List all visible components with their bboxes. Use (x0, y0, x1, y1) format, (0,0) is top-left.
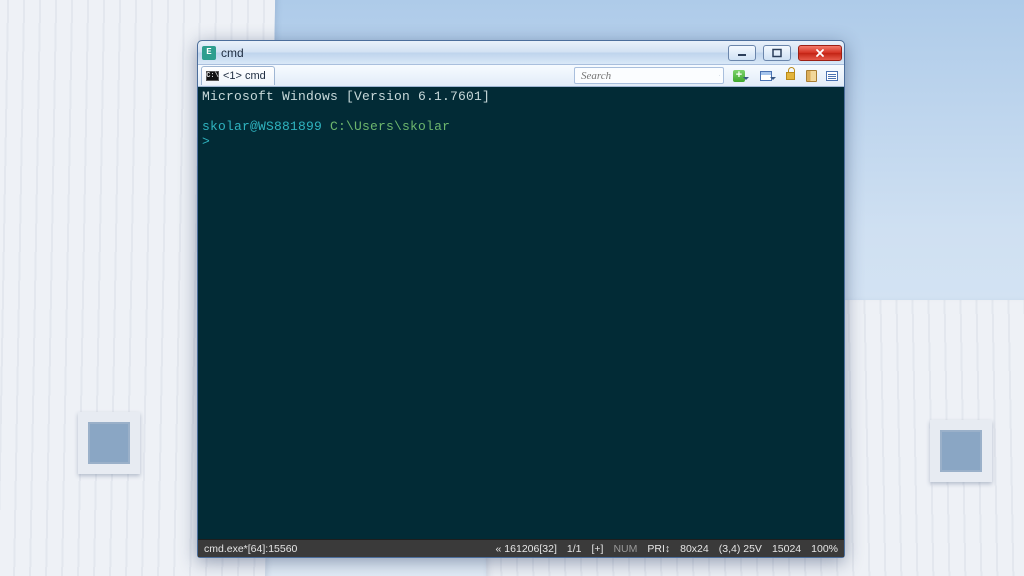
prompt-symbol: > (202, 134, 210, 149)
toolbar: C:\ <1> cmd + (198, 65, 844, 87)
settings-button[interactable] (802, 67, 820, 84)
terminal-output[interactable]: Microsoft Windows [Version 6.1.7601] sko… (198, 87, 844, 539)
desktop-wallpaper: E cmd C:\ <1> cmd (0, 0, 1024, 576)
new-console-button[interactable]: + (727, 67, 751, 84)
cmd-icon: C:\ (206, 71, 219, 81)
book-icon (806, 70, 817, 82)
lock-button[interactable] (781, 67, 799, 84)
titlebar[interactable]: E cmd (198, 41, 844, 65)
console-tab[interactable]: C:\ <1> cmd (201, 66, 275, 85)
minimize-button[interactable] (728, 45, 756, 61)
search-box[interactable] (574, 67, 724, 84)
attach-button[interactable] (754, 67, 778, 84)
window-title: cmd (221, 46, 244, 60)
close-icon (814, 48, 826, 58)
status-consoles: 1/1 (567, 540, 582, 558)
prompt-host: skolar@WS881899 (202, 119, 322, 134)
list-icon (826, 71, 838, 81)
close-button[interactable] (798, 45, 842, 61)
chevron-down-icon (770, 77, 776, 80)
view-button[interactable] (823, 67, 841, 84)
maximize-button[interactable] (763, 45, 791, 61)
tab-label: <1> cmd (223, 70, 266, 82)
status-zoom[interactable]: 100% (811, 540, 838, 558)
status-cursor: (3,4) 25V (719, 540, 762, 558)
terminal-banner: Microsoft Windows [Version 6.1.7601] (202, 89, 490, 104)
status-mem: 15024 (772, 540, 801, 558)
status-plus[interactable]: [+] (591, 540, 603, 558)
search-icon (719, 70, 720, 81)
status-priority[interactable]: PRI↕ (647, 540, 670, 558)
lock-icon (786, 72, 795, 80)
maximize-icon (771, 48, 783, 58)
minimize-icon (736, 48, 748, 58)
prompt-cwd: C:\Users\skolar (330, 119, 450, 134)
chevron-down-icon (743, 77, 749, 80)
wallpaper-shape (78, 412, 140, 474)
app-icon: E (202, 46, 216, 60)
status-numlock: NUM (613, 540, 637, 558)
status-encoding: « 161206[32] (496, 540, 557, 558)
conemu-window: E cmd C:\ <1> cmd (197, 40, 845, 558)
wallpaper-shape (930, 420, 992, 482)
status-process: cmd.exe*[64]:15560 (204, 540, 297, 558)
search-input[interactable] (581, 70, 715, 82)
status-size: 80x24 (680, 540, 709, 558)
status-bar: cmd.exe*[64]:15560 « 161206[32] 1/1 [+] … (198, 539, 844, 557)
